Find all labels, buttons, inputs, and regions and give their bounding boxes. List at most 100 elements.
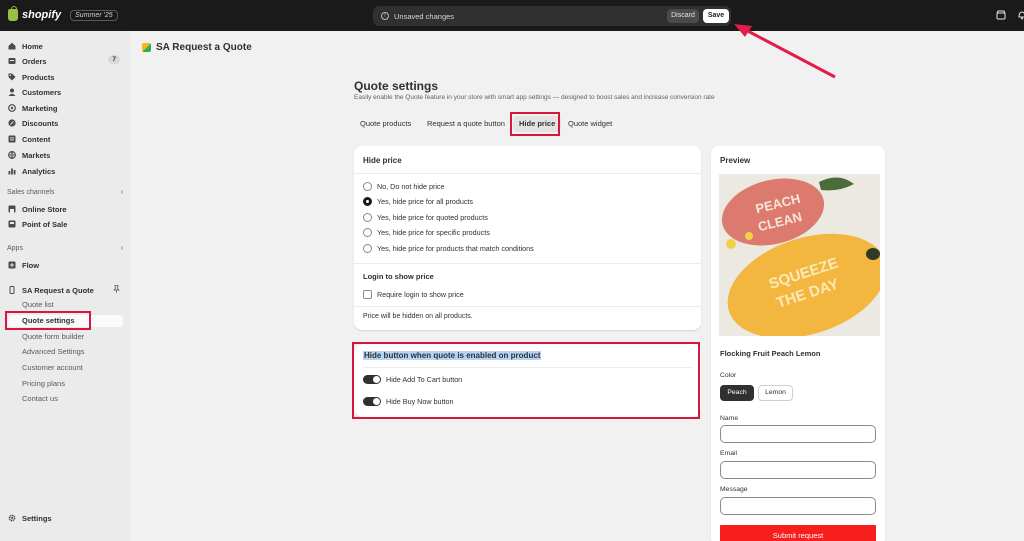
- sidebar-item-label: Marketing: [22, 103, 58, 113]
- radio-label: Yes, hide price for all products: [377, 197, 474, 206]
- season-badge: Summer '25: [70, 9, 118, 21]
- radio-button[interactable]: [363, 182, 372, 191]
- sidebar-item-customers[interactable]: Customers: [8, 85, 122, 99]
- sidebar-subitem-quote-list[interactable]: Quote list: [22, 299, 54, 311]
- tab-quote-widget[interactable]: Quote widget: [562, 116, 618, 132]
- sidebar-item-point-of-sale[interactable]: Point of Sale: [8, 217, 122, 231]
- sidebar-item-label: Home: [22, 41, 43, 51]
- store-icon[interactable]: [995, 10, 1006, 21]
- checkbox-label: Require login to show price: [377, 290, 464, 299]
- unsaved-changes-bar: ! Unsaved changes Discard Save: [373, 6, 731, 26]
- radio-label: Yes, hide price for quoted products: [377, 213, 488, 222]
- radio-option-specific-products[interactable]: Yes, hide price for specific products: [363, 228, 490, 237]
- sidebar-subitem-quote-form-builder[interactable]: Quote form builder: [22, 331, 84, 343]
- radio-option-no-hide[interactable]: No, Do not hide price: [363, 182, 445, 191]
- sidebar-item-online-store[interactable]: Online Store: [8, 202, 122, 216]
- chevron-right-icon: ›: [120, 189, 123, 196]
- message-input[interactable]: [720, 497, 876, 515]
- preview-card: Preview PEACH CLEAN SQUEEZE THE DAY Floc…: [711, 146, 885, 541]
- color-swatch-lemon[interactable]: Lemon: [758, 385, 793, 401]
- sidebar-item-label: Orders: [22, 56, 47, 66]
- alert-icon: !: [381, 12, 389, 20]
- pos-icon: [8, 220, 16, 228]
- sales-channels-heading[interactable]: Sales channels ›: [7, 189, 123, 196]
- sidebar-item-home[interactable]: Home: [8, 39, 122, 53]
- hide-price-title: Hide price: [363, 156, 402, 165]
- sidebar-item-label: Point of Sale: [22, 219, 68, 229]
- sidebar-item-marketing[interactable]: Marketing: [8, 101, 122, 115]
- submit-request-button[interactable]: Submit request: [720, 525, 876, 541]
- sidebar-item-label: Products: [22, 72, 55, 82]
- sales-channels-label: Sales channels: [7, 189, 55, 196]
- app-title: SA Request a Quote: [156, 42, 252, 53]
- sidebar-item-sa-request-a-quote[interactable]: SA Request a Quote: [8, 283, 122, 297]
- chart-icon: [8, 167, 16, 175]
- target-icon: [8, 104, 16, 112]
- person-icon: [8, 88, 16, 96]
- tag-icon: [8, 73, 16, 81]
- sidebar-subitem-advanced-settings[interactable]: Advanced Settings: [22, 346, 85, 358]
- hide-price-tab-highlight: [510, 112, 560, 136]
- home-icon: [8, 42, 16, 50]
- radio-button[interactable]: [363, 213, 372, 222]
- unsaved-text: Unsaved changes: [394, 12, 455, 21]
- radio-button[interactable]: [363, 244, 372, 253]
- shopify-bag-icon: [8, 6, 18, 21]
- pin-icon[interactable]: [113, 285, 120, 295]
- divider: [354, 173, 701, 174]
- radio-label: No, Do not hide price: [377, 182, 445, 191]
- sidebar-item-analytics[interactable]: Analytics: [8, 164, 122, 178]
- sidebar-item-settings[interactable]: Settings: [8, 511, 122, 525]
- sidebar-item-products[interactable]: Products: [8, 70, 122, 84]
- require-login-checkbox-row[interactable]: Require login to show price: [363, 290, 464, 299]
- radio-option-all-products[interactable]: Yes, hide price for all products: [363, 197, 473, 206]
- radio-button[interactable]: [363, 228, 372, 237]
- radio-option-quoted-products[interactable]: Yes, hide price for quoted products: [363, 213, 488, 222]
- name-label: Name: [720, 415, 739, 422]
- product-image: PEACH CLEAN SQUEEZE THE DAY: [719, 174, 880, 336]
- require-login-checkbox[interactable]: [363, 290, 372, 299]
- sidebar-subitem-pricing-plans[interactable]: Pricing plans: [22, 378, 65, 390]
- name-input[interactable]: [720, 425, 876, 443]
- sidebar-item-orders[interactable]: Orders 7: [8, 54, 122, 68]
- color-swatch-peach[interactable]: Peach: [720, 385, 754, 401]
- sidebar: Home Orders 7 Products Customers Marketi…: [0, 31, 130, 541]
- radio-option-conditions[interactable]: Yes, hide price for products that match …: [363, 244, 534, 253]
- quote-settings-highlight: [5, 311, 91, 330]
- tab-request-a-quote-button[interactable]: Request a quote button: [421, 116, 511, 132]
- hide-price-card: Hide price No, Do not hide price Yes, hi…: [354, 146, 701, 330]
- radio-button-checked[interactable]: [363, 197, 372, 206]
- gear-icon: [8, 514, 16, 522]
- sidebar-subitem-customer-account[interactable]: Customer account: [22, 362, 83, 374]
- save-button[interactable]: Save: [703, 9, 729, 23]
- page-title: Quote settings: [354, 79, 439, 93]
- apps-heading[interactable]: Apps ›: [7, 245, 123, 252]
- sidebar-item-content[interactable]: Content: [8, 132, 122, 146]
- radio-label: Yes, hide price for products that match …: [377, 244, 534, 253]
- sidebar-item-flow[interactable]: Flow: [8, 258, 122, 272]
- sidebar-item-label: Online Store: [22, 204, 67, 214]
- shopify-logo[interactable]: shopify Summer '25: [8, 6, 118, 21]
- orders-icon: [8, 57, 16, 65]
- sidebar-item-label: Settings: [22, 513, 52, 523]
- sa-app-logo-icon: [142, 43, 151, 52]
- sidebar-subitem-contact-us[interactable]: Contact us: [22, 393, 58, 405]
- sidebar-item-discounts[interactable]: Discounts: [8, 116, 122, 130]
- tab-quote-products[interactable]: Quote products: [354, 116, 417, 132]
- sidebar-item-markets[interactable]: Markets: [8, 148, 122, 162]
- content-icon: [8, 135, 16, 143]
- divider: [354, 306, 701, 307]
- email-label: Email: [720, 450, 737, 457]
- globe-icon: [8, 151, 16, 159]
- discard-button[interactable]: Discard: [667, 9, 699, 23]
- login-to-show-price-title: Login to show price: [363, 272, 434, 281]
- sidebar-item-label: Customers: [22, 87, 62, 97]
- divider: [354, 263, 701, 264]
- store-icon: [8, 205, 16, 213]
- page-subtitle: Easily enable the Quote feature in your …: [354, 94, 715, 101]
- email-input[interactable]: [720, 461, 876, 479]
- sidebar-item-label: SA Request a Quote: [22, 285, 94, 295]
- flow-icon: [8, 261, 16, 269]
- bell-icon[interactable]: [1016, 10, 1024, 21]
- orders-count-badge: 7: [108, 55, 120, 64]
